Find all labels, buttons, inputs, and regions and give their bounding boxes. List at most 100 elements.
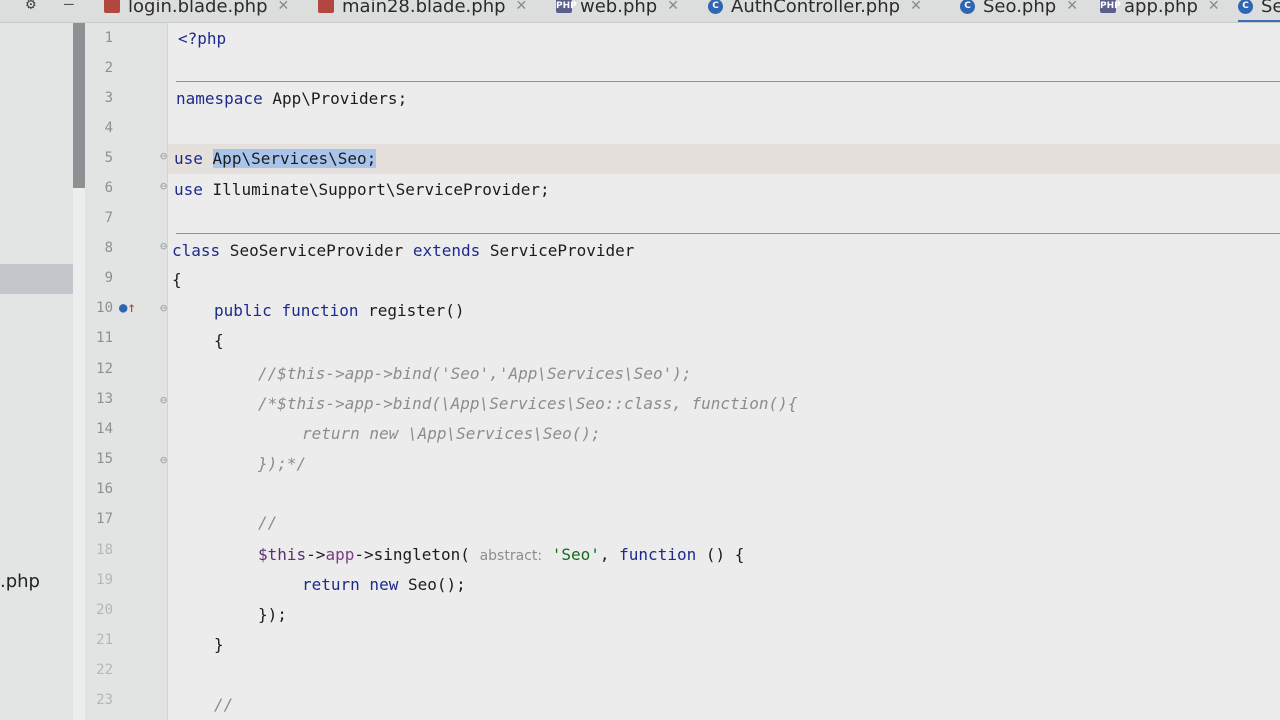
line-number: 21 [96,632,113,648]
line-number: 11 [96,330,113,346]
fold-icon[interactable]: ⊖ [160,179,167,193]
code-line-13: /*$this->app->bind(\App\Services\Seo::cl… [258,394,797,413]
comment-keyword: function [691,394,769,413]
implements-method-icon[interactable]: ●↑ [119,300,136,316]
code-line-8: class SeoServiceProvider extends Service… [172,241,634,260]
import-name: Illuminate\Support\ServiceProvider; [202,180,550,199]
code-line-14: return new \App\Services\Seo(); [302,424,601,443]
constructor-call: Seo(); [398,575,466,594]
tab-label: web.php [580,0,658,17]
class-icon: C [1238,0,1253,14]
gear-icon[interactable]: ⚙ [26,0,36,13]
line-number: 14 [96,421,113,437]
php-file-icon: PHP [556,0,577,13]
keyword: use [174,180,203,199]
code-line-5: use App\Services\Seo; [174,149,377,168]
tab-seo-php[interactable]: C Seo.php ✕ [960,0,1078,20]
fold-icon[interactable]: ⊖ [160,453,167,467]
close-icon[interactable]: ✕ [1066,0,1078,14]
tab-login-blade[interactable]: login.blade.php ✕ [104,0,289,20]
parameter-hint: abstract: [479,548,543,564]
php-open-tag: <?php [178,29,227,48]
comma: , [599,545,620,564]
keyword: namespace [176,89,263,108]
fold-icon[interactable]: ⊖ [160,239,167,253]
php-file-icon: PHP [1100,0,1121,13]
minimize-icon[interactable]: — [64,0,74,13]
fold-icon[interactable]: ⊖ [160,301,167,315]
code-editor[interactable]: <?php namespace App\Providers; use App\S… [168,23,1280,720]
line-number: 10 [96,300,113,316]
tab-app-php[interactable]: PHP app.php ✕ [1100,0,1220,20]
tab-label: Se [1261,0,1280,17]
tab-authcontroller[interactable]: C AuthController.php ✕ [708,0,922,20]
tab-web-php[interactable]: PHP web.php ✕ [556,0,679,20]
code-line-17: // [258,513,278,532]
panel-scrollbar[interactable] [73,23,85,720]
fold-icon[interactable]: ⊖ [160,393,167,407]
line-number: 4 [104,120,113,136]
close-icon[interactable]: ✕ [667,0,679,14]
keyword: return new [302,575,399,594]
blade-file-icon [318,0,334,13]
line-number: 9 [104,270,113,286]
line-number: 18 [96,542,113,558]
line-number: 12 [96,361,113,377]
close-icon[interactable]: ✕ [516,0,528,14]
tab-main28-blade[interactable]: main28.blade.php ✕ [318,0,527,20]
line-number-gutter: 1 2 3 4 5 6 7 8 9 10 11 12 13 14 15 16 1… [85,23,168,720]
tab-label: main28.blade.php [342,0,506,17]
line-number: 13 [96,391,113,407]
code-line-18: $this->app->singleton( abstract: 'Seo', … [258,545,744,564]
class-icon: C [708,0,723,14]
method-separator [176,233,1280,234]
keyword: public [214,301,272,320]
property: app [325,545,355,564]
project-file-fragment[interactable]: .php [0,571,40,592]
code-line-10: public function register() [214,301,464,320]
code-line-1: <?php [178,29,226,48]
comment-text: return new [302,424,408,443]
tab-seoserviceprovider[interactable]: C Se [1238,0,1280,22]
tab-label: app.php [1124,0,1198,17]
comment-text: \App\Services\Seo(); [407,424,601,443]
close-icon[interactable]: ✕ [278,0,290,14]
comment-text: /*$this->app->bind(\App\Services\Seo::cl… [258,394,692,413]
class-name: SeoServiceProvider [220,241,413,260]
close-icon[interactable]: ✕ [910,0,922,14]
line-number: 1 [104,30,113,46]
class-icon: C [960,0,975,14]
project-panel: .php [0,23,73,720]
parent-class: ServiceProvider [480,241,635,260]
scrollbar-thumb[interactable] [73,23,85,188]
code-line-9: { [172,270,182,289]
line-number: 23 [96,692,113,708]
comment-text: (){ [768,394,798,413]
project-selected-row[interactable] [0,264,73,294]
keyword: use [174,149,203,168]
method-signature: register() [358,301,465,320]
string-literal: 'Seo' [551,545,600,564]
keyword: class [172,241,221,260]
operator: -> [306,545,326,564]
line-number: 3 [104,90,113,106]
blade-file-icon [104,0,120,13]
close-icon[interactable]: ✕ [1208,0,1220,14]
keyword: function [619,545,697,564]
line-number: 6 [104,180,113,196]
line-number: 15 [96,451,113,467]
line-number: 17 [96,511,113,527]
code-line-19: return new Seo(); [302,575,466,594]
line-number: 2 [104,60,113,76]
variable: $this [258,545,307,564]
tab-label: Seo.php [983,0,1057,17]
line-number: 22 [96,662,113,678]
code-line-21: } [214,635,224,654]
tab-label: login.blade.php [128,0,268,17]
line-number: 16 [96,481,113,497]
code-line-3: namespace App\Providers; [176,89,407,108]
fold-icon[interactable]: ⊖ [160,149,167,163]
keyword: extends [412,241,481,260]
method-call: ->singleton( [354,545,470,564]
line-number: 8 [104,240,113,256]
